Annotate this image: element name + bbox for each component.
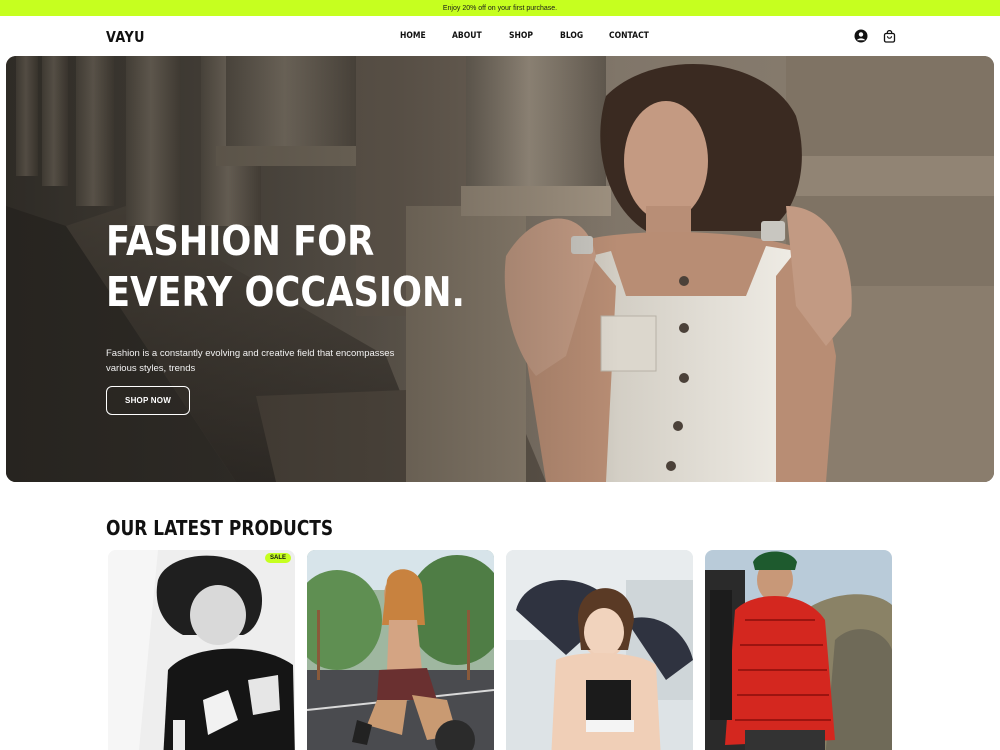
product-image <box>108 550 295 750</box>
user-icon[interactable] <box>854 29 868 43</box>
product-card[interactable] <box>705 550 892 750</box>
product-image <box>307 550 494 750</box>
product-image <box>705 550 892 750</box>
section-title: OUR LATEST PRODUCTS <box>106 516 334 540</box>
hero-banner: FASHION FOR EVERY OCCASION. Fashion is a… <box>6 56 994 482</box>
product-image <box>506 550 693 750</box>
hero-description: Fashion is a constantly evolving and cre… <box>106 348 395 374</box>
product-card[interactable] <box>307 550 494 750</box>
cart-icon[interactable] <box>882 29 896 43</box>
product-card[interactable] <box>506 550 693 750</box>
logo[interactable]: VAYU <box>106 28 145 46</box>
main-nav: HOME ABOUT SHOP BLOG CONTACT <box>400 31 678 41</box>
nav-contact[interactable]: CONTACT <box>609 31 649 41</box>
hero-title-line-1: FASHION FOR <box>106 217 375 265</box>
promo-bar: Enjoy 20% off on your first purchase. <box>0 0 1000 16</box>
nav-blog[interactable]: BLOG <box>560 31 583 41</box>
sale-badge: SALE <box>264 553 291 563</box>
nav-about[interactable]: ABOUT <box>452 31 482 41</box>
nav-shop[interactable]: SHOP <box>509 31 533 41</box>
product-card[interactable]: SALE <box>108 550 295 750</box>
product-grid: SALE <box>108 550 892 750</box>
promo-text: Enjoy 20% off on your first purchase. <box>442 4 558 12</box>
shop-now-button[interactable]: SHOP NOW <box>106 386 190 415</box>
nav-icons <box>854 29 896 43</box>
nav-home[interactable]: HOME <box>400 31 426 41</box>
navbar: VAYU HOME ABOUT SHOP BLOG CONTACT <box>0 16 1000 56</box>
hero-title: FASHION FOR EVERY OCCASION. <box>106 216 465 318</box>
hero-title-line-2: EVERY OCCASION. <box>106 268 465 316</box>
